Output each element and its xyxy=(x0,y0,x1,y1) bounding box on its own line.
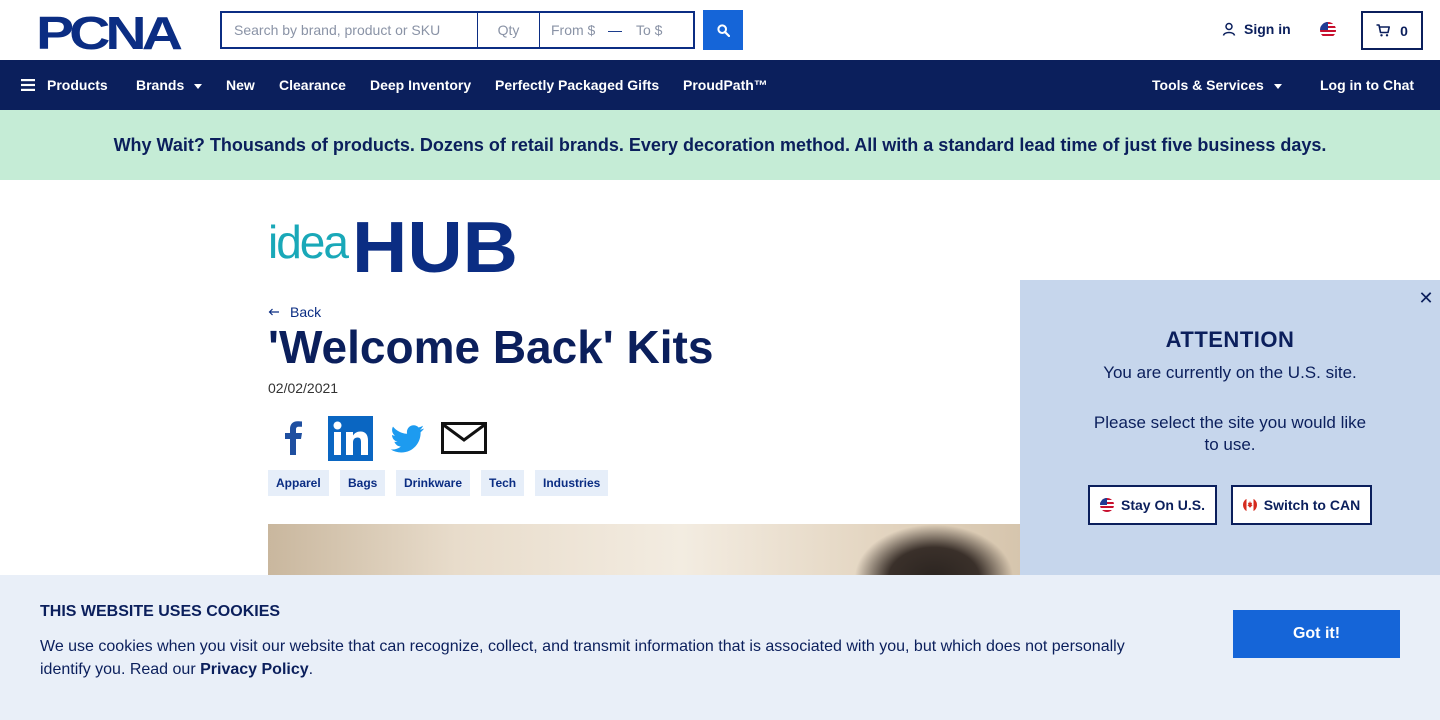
switch-can-button[interactable]: Switch to CAN xyxy=(1231,485,1372,525)
cookie-accept-button[interactable]: Got it! xyxy=(1233,610,1400,658)
facebook-icon[interactable] xyxy=(282,421,304,455)
nav-brands-label: Brands xyxy=(136,77,185,93)
nav-brands[interactable]: Brands xyxy=(136,60,203,110)
sign-in-label: Sign in xyxy=(1244,21,1291,37)
arrow-left-icon xyxy=(268,308,279,316)
chevron-down-icon xyxy=(1273,83,1282,89)
pcna-logo[interactable]: PCNA ™ xyxy=(36,11,184,51)
svg-text:™: ™ xyxy=(176,46,181,51)
tag-industries[interactable]: Industries xyxy=(535,470,609,496)
nav-new[interactable]: New xyxy=(226,60,255,110)
close-icon[interactable]: ✕ xyxy=(1416,288,1436,308)
nav-products-label: Products xyxy=(47,77,108,93)
ideahub-logo-bold: HUB xyxy=(352,214,518,274)
ideahub-logo: idea HUB xyxy=(268,214,518,274)
main-nav: Products Brands New Clearance Deep Inven… xyxy=(0,60,1440,110)
stay-us-button[interactable]: Stay On U.S. xyxy=(1088,485,1217,525)
back-link[interactable]: Back xyxy=(268,304,321,320)
nav-gifts-label: Perfectly Packaged Gifts xyxy=(495,77,660,93)
us-flag-icon[interactable] xyxy=(1320,22,1336,38)
nav-deep-inventory-label: Deep Inventory xyxy=(370,77,472,93)
tag-bags[interactable]: Bags xyxy=(340,470,386,496)
search-input[interactable] xyxy=(222,13,478,47)
nav-proudpath[interactable]: ProudPath™ xyxy=(683,60,768,110)
chevron-down-icon xyxy=(194,83,203,89)
logo-wordmark: PCNA xyxy=(36,11,181,51)
tag-drinkware[interactable]: Drinkware xyxy=(396,470,471,496)
cookie-text: We use cookies when you visit our websit… xyxy=(40,635,1160,681)
search-button[interactable] xyxy=(703,10,743,50)
canada-flag-icon xyxy=(1242,498,1257,512)
promo-banner: Why Wait? Thousands of products. Dozens … xyxy=(0,110,1440,180)
qty-input[interactable] xyxy=(478,13,540,47)
tag-tech[interactable]: Tech xyxy=(481,470,525,496)
price-to-input[interactable] xyxy=(626,13,686,47)
nav-tools-services[interactable]: Tools & Services xyxy=(1152,60,1282,110)
cookie-period: . xyxy=(308,661,314,678)
nav-proudpath-label: ProudPath™ xyxy=(683,77,768,93)
nav-tools-label: Tools & Services xyxy=(1152,77,1264,93)
article-title: 'Welcome Back' Kits xyxy=(268,321,714,373)
us-flag-icon xyxy=(1099,498,1114,512)
modal-prompt: Please select the site you would like to… xyxy=(1093,413,1367,454)
twitter-icon[interactable] xyxy=(389,425,425,453)
price-from-input[interactable] xyxy=(540,13,604,47)
promo-text: Why Wait? Thousands of products. Dozens … xyxy=(113,134,1327,155)
site-selector-modal: ✕ ATTENTION You are currently on the U.S… xyxy=(1020,280,1440,580)
cart-button[interactable]: 0 xyxy=(1361,11,1423,50)
search-bar: — xyxy=(220,11,695,49)
nav-chat-label: Log in to Chat xyxy=(1320,77,1415,93)
stay-us-label: Stay On U.S. xyxy=(1120,497,1206,513)
tag-apparel[interactable]: Apparel xyxy=(268,470,329,496)
cookie-banner: THIS WEBSITE USES COOKIES We use cookies… xyxy=(0,575,1440,720)
sign-in-link[interactable]: Sign in xyxy=(1222,21,1291,37)
modal-message: You are currently on the U.S. site. xyxy=(1103,363,1357,382)
menu-icon xyxy=(21,79,35,91)
ideahub-logo-light: idea xyxy=(268,216,349,268)
article-date: 02/02/2021 xyxy=(268,380,339,396)
cookie-title: THIS WEBSITE USES COOKIES xyxy=(40,603,281,620)
nav-gifts[interactable]: Perfectly Packaged Gifts xyxy=(495,60,659,110)
search-icon xyxy=(716,23,730,37)
nav-deep-inventory[interactable]: Deep Inventory xyxy=(370,60,471,110)
top-header: PCNA ™ — Sign in xyxy=(0,0,1440,60)
nav-clearance-label: Clearance xyxy=(279,77,346,93)
privacy-policy-link[interactable]: Privacy Policy xyxy=(200,661,309,678)
nav-new-label: New xyxy=(226,77,255,93)
price-range-dash: — xyxy=(608,22,622,38)
nav-clearance[interactable]: Clearance xyxy=(279,60,346,110)
cart-icon xyxy=(1376,24,1391,37)
switch-can-label: Switch to CAN xyxy=(1263,497,1361,513)
email-icon[interactable] xyxy=(441,422,487,454)
nav-chat-login[interactable]: Log in to Chat xyxy=(1320,60,1414,110)
linkedin-icon[interactable] xyxy=(328,416,373,461)
user-icon xyxy=(1222,22,1236,36)
modal-title: ATTENTION xyxy=(1165,327,1295,352)
nav-products[interactable]: Products xyxy=(21,60,108,110)
back-label: Back xyxy=(290,304,322,320)
cart-count: 0 xyxy=(1400,22,1408,39)
